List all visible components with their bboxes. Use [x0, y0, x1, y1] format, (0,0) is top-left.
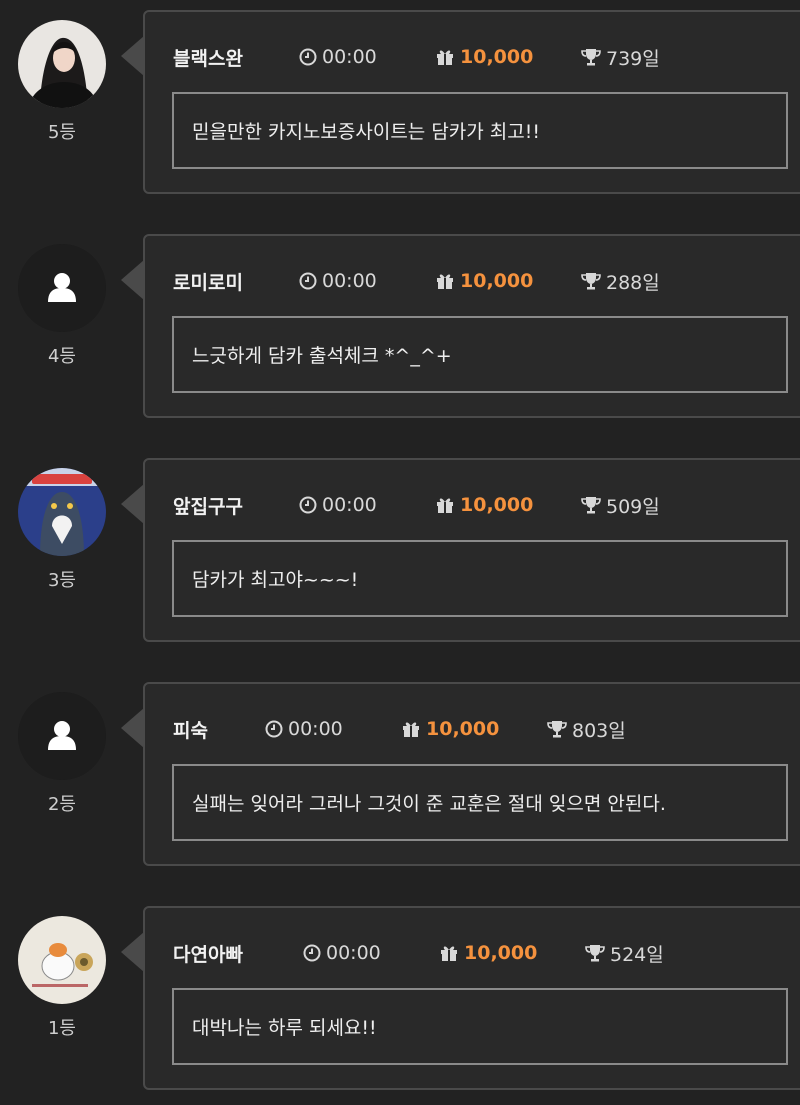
gift-icon	[437, 498, 453, 513]
points-value: 10,000	[460, 270, 534, 292]
days-value: 524일	[610, 943, 664, 966]
rank-label: 5등	[47, 122, 76, 143]
trophy-icon	[547, 721, 567, 738]
days-value: 288일	[606, 271, 660, 294]
attendance-entry: 4등 로미로미 00:00 10,000 288일 느긋하게 담카 출석체크 *…	[0, 234, 800, 422]
attendance-entry: 2등 피숙 00:00 10,000 803일 실패는 잊어라 그러나 그것이 …	[0, 682, 800, 870]
user-name[interactable]: 다연아빠	[173, 940, 303, 967]
comment-box: 담카가 최고야~~~!	[172, 540, 788, 617]
clock-icon	[303, 944, 321, 962]
time-info: 00:00	[299, 46, 435, 68]
time-value: 00:00	[322, 494, 377, 516]
rank-label: 2등	[47, 794, 76, 815]
card-pointer	[121, 484, 144, 524]
days-info: 803일	[547, 716, 626, 743]
rank-label: 1등	[47, 1018, 76, 1039]
rank-label: 3등	[47, 570, 76, 591]
entry-card: 로미로미 00:00 10,000 288일 느긋하게 담카 출석체크 *^_^…	[143, 234, 800, 418]
trophy-icon	[581, 273, 601, 290]
avatar[interactable]	[18, 244, 106, 332]
entry-meta: 다연아빠 00:00 10,000 524일	[173, 938, 664, 968]
time-info: 00:00	[299, 270, 435, 292]
days-info: 739일	[581, 44, 660, 71]
user-photo-icon	[18, 20, 106, 108]
time-value: 00:00	[322, 270, 377, 292]
points-info: 10,000	[401, 718, 547, 740]
days-value: 739일	[606, 47, 660, 70]
days-info: 288일	[581, 268, 660, 295]
time-info: 00:00	[299, 494, 435, 516]
default-user-icon	[18, 692, 106, 780]
attendance-entry: 1등 다연아빠 00:00 10,000 524일 대박나는 하루 되세요!!	[0, 906, 800, 1094]
default-user-icon	[18, 244, 106, 332]
points-value: 10,000	[460, 494, 534, 516]
entry-meta: 로미로미 00:00 10,000 288일	[173, 266, 660, 296]
card-pointer	[121, 932, 144, 972]
days-info: 524일	[585, 940, 664, 967]
card-pointer	[121, 36, 144, 76]
hamster-icon	[18, 916, 106, 1004]
card-pointer	[121, 708, 144, 748]
avatar[interactable]	[18, 692, 106, 780]
entry-card: 앞집구구 00:00 10,000 509일 담카가 최고야~~~!	[143, 458, 800, 642]
user-name[interactable]: 로미로미	[173, 268, 299, 295]
days-value: 803일	[572, 719, 626, 742]
avatar[interactable]	[18, 20, 106, 108]
card-pointer	[121, 260, 144, 300]
gift-icon	[441, 946, 457, 961]
entry-card: 피숙 00:00 10,000 803일 실패는 잊어라 그러나 그것이 준 교…	[143, 682, 800, 866]
attendance-entry: 3등 앞집구구 00:00 10,000 509일 담카가 최고야~~~!	[0, 458, 800, 646]
comment-box: 느긋하게 담카 출석체크 *^_^+	[172, 316, 788, 393]
days-value: 509일	[606, 495, 660, 518]
time-info: 00:00	[303, 942, 439, 964]
days-info: 509일	[581, 492, 660, 519]
entry-card: 다연아빠 00:00 10,000 524일 대박나는 하루 되세요!!	[143, 906, 800, 1090]
points-info: 10,000	[435, 270, 581, 292]
comment-box: 믿을만한 카지노보증사이트는 담카가 최고!!	[172, 92, 788, 169]
entry-meta: 블랙스완 00:00 10,000 739일	[173, 42, 660, 72]
entry-card: 블랙스완 00:00 10,000 739일 믿을만한 카지노보증사이트는 담카…	[143, 10, 800, 194]
trophy-icon	[581, 49, 601, 66]
trophy-icon	[581, 497, 601, 514]
points-info: 10,000	[435, 494, 581, 516]
entry-meta: 앞집구구 00:00 10,000 509일	[173, 490, 660, 520]
comment-box: 실패는 잊어라 그러나 그것이 준 교훈은 절대 잊으면 안된다.	[172, 764, 788, 841]
avatar[interactable]	[18, 468, 106, 556]
clock-icon	[299, 48, 317, 66]
user-name[interactable]: 앞집구구	[173, 492, 299, 519]
clock-icon	[265, 720, 283, 738]
user-name[interactable]: 피숙	[173, 716, 265, 743]
clock-icon	[299, 496, 317, 514]
attendance-entry: 5등 블랙스완 00:00 10,000 739일 믿을만한 카지노보증사이트는…	[0, 10, 800, 198]
gift-icon	[437, 50, 453, 65]
points-value: 10,000	[464, 942, 538, 964]
penguin-icon	[18, 468, 106, 556]
entry-meta: 피숙 00:00 10,000 803일	[173, 714, 626, 744]
clock-icon	[299, 272, 317, 290]
points-info: 10,000	[435, 46, 581, 68]
avatar[interactable]	[18, 916, 106, 1004]
gift-icon	[437, 274, 453, 289]
points-info: 10,000	[439, 942, 585, 964]
rank-label: 4등	[47, 346, 76, 367]
trophy-icon	[585, 945, 605, 962]
time-value: 00:00	[288, 718, 343, 740]
points-value: 10,000	[426, 718, 500, 740]
time-value: 00:00	[322, 46, 377, 68]
comment-box: 대박나는 하루 되세요!!	[172, 988, 788, 1065]
time-value: 00:00	[326, 942, 381, 964]
time-info: 00:00	[265, 718, 401, 740]
points-value: 10,000	[460, 46, 534, 68]
user-name[interactable]: 블랙스완	[173, 44, 299, 71]
gift-icon	[403, 722, 419, 737]
